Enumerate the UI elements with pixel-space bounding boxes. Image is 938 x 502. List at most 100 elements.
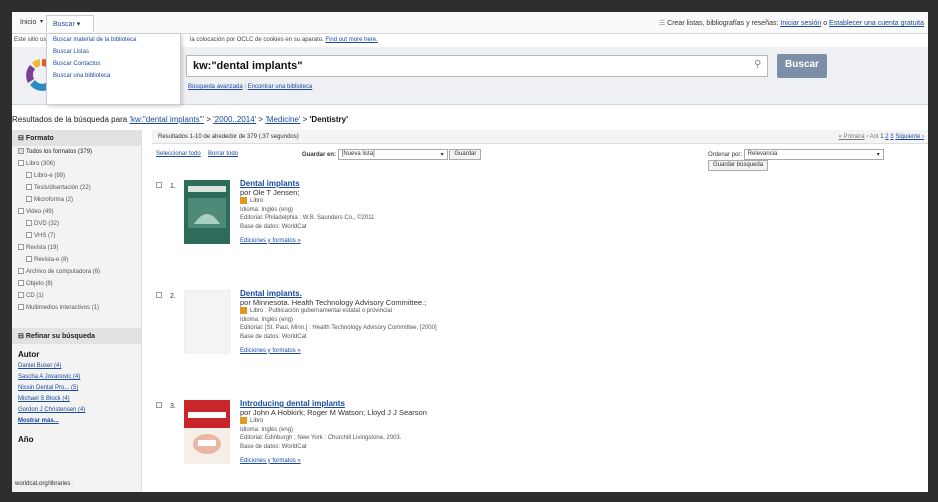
result-checkbox[interactable]	[156, 402, 162, 408]
breadcrumb-years[interactable]: '2000..2014'	[213, 115, 256, 124]
facet-header-refine[interactable]: ⊟ Refinar su búsqueda	[12, 328, 141, 344]
result-item: 1. Dental implants por Ole T Jensen; Lib…	[152, 179, 928, 280]
search-input[interactable]: kw:"dental implants"	[186, 55, 768, 77]
create-account-link[interactable]: Establecer una cuenta gratuita	[829, 20, 924, 27]
facet-checkbox[interactable]	[26, 220, 32, 227]
format-facet-item[interactable]: Todos los formatos (379)	[12, 146, 141, 158]
page-first[interactable]: « Primera	[839, 134, 865, 140]
format-label: Revista (19)	[26, 245, 59, 251]
facet-checkbox[interactable]	[18, 160, 24, 167]
book-cover-image[interactable]	[184, 400, 230, 464]
status-bar-url: worldcat.org/libraries	[12, 480, 74, 488]
find-library-link[interactable]: Encontrar una biblioteca	[248, 84, 313, 90]
facet-checkbox[interactable]	[18, 280, 24, 287]
dropdown-item[interactable]: Buscar una biblioteca	[47, 70, 180, 82]
cookie-more-link[interactable]: Find out more here.	[325, 37, 377, 43]
login-link[interactable]: Iniciar sesión	[780, 20, 821, 27]
show-more-link[interactable]: Mostrar más...	[12, 416, 141, 427]
result-publisher: Editorial: Edinburgh ; New York : Church…	[240, 435, 402, 442]
facet-checkbox[interactable]	[18, 244, 24, 251]
save-search-button[interactable]: Guardar búsqueda	[708, 160, 769, 171]
select-all-link[interactable]: Seleccionar todo	[156, 151, 201, 157]
format-label: Libro-e (99)	[34, 173, 66, 179]
result-format-label: Libro	[250, 418, 264, 425]
result-author: por Minnesota. Health Technology Advisor…	[240, 297, 427, 307]
editions-link-row: Ediciones y formatos »	[240, 457, 660, 466]
format-facet-item[interactable]: Video (49)	[12, 206, 141, 218]
page-2[interactable]: 2	[885, 134, 888, 140]
format-facet-item[interactable]: Multimedios interactivos (1)	[12, 302, 141, 314]
author-facet-item[interactable]: Daniel Buser (4)	[12, 361, 141, 372]
search-icon[interactable]: ⚲	[754, 59, 761, 70]
page-3[interactable]: 3	[890, 134, 893, 140]
author-facet-item[interactable]: Sascha A Jovanovic (4)	[12, 372, 141, 383]
format-list: Todos los formatos (379) Libro (306) Libro…	[12, 146, 141, 314]
nav-buscar-tab[interactable]: Buscar ▾	[46, 15, 94, 32]
format-label: Archivo de computadora (6)	[26, 269, 101, 275]
advanced-search-link[interactable]: Búsqueda avanzada	[188, 84, 243, 90]
chevron-down-icon: ▾	[440, 152, 444, 158]
breadcrumb-medicine[interactable]: 'Medicine'	[265, 115, 300, 124]
clear-all-link[interactable]: Borrar todo	[208, 151, 238, 157]
dropdown-item[interactable]: Buscar material de la biblioteca	[47, 34, 180, 46]
result-database: Base de datos: WorldCat	[240, 444, 307, 451]
dropdown-item[interactable]: Buscar Contactos	[47, 58, 180, 70]
facet-checkbox[interactable]	[18, 292, 24, 299]
result-publisher: Editorial: [St. Paul, Minn.] : Health Te…	[240, 325, 437, 332]
author-facet-item[interactable]: Michael S Block (4)	[12, 394, 141, 405]
page-next[interactable]: Siguiente ›	[895, 134, 924, 140]
format-facet-item[interactable]: DVD (32)	[12, 218, 141, 230]
book-cover-image[interactable]	[184, 180, 230, 244]
facet-sidebar: ⊟ Formato Todos los formatos (379) Libro …	[12, 130, 142, 492]
chevron-down-icon[interactable]: ▾	[40, 18, 43, 25]
search-button[interactable]: Buscar	[777, 54, 827, 78]
format-facet-item[interactable]: Objeto (8)	[12, 278, 141, 290]
nav-inicio[interactable]: Inicio	[20, 19, 36, 26]
result-item: 2. Dental implants. por Minnesota. Healt…	[152, 289, 928, 390]
result-language: Idioma: Inglés (eng)	[240, 206, 294, 213]
facet-checkbox[interactable]	[26, 196, 32, 203]
facet-checkbox[interactable]	[26, 256, 32, 263]
format-facet-item[interactable]: Tesis/disertación (22)	[12, 182, 141, 194]
format-facet-item[interactable]: Libro (306)	[12, 158, 141, 170]
facet-checkbox[interactable]	[18, 148, 24, 155]
result-checkbox[interactable]	[156, 182, 162, 188]
save-button[interactable]: Guardar	[449, 149, 482, 160]
facet-checkbox[interactable]	[18, 268, 24, 275]
result-info: Dental implants por Ole T Jensen; Libro …	[240, 179, 660, 245]
format-facet-item[interactable]: CD (1)	[12, 290, 141, 302]
dropdown-item[interactable]: Buscar Listas	[47, 46, 180, 58]
result-author: por John A Hobkirk; Roger M Watson; Lloy…	[240, 407, 427, 417]
breadcrumb-query[interactable]: 'kw:"dental implants"'	[129, 115, 204, 124]
editions-link[interactable]: Ediciones y formatos »	[240, 238, 301, 244]
facet-checkbox[interactable]	[26, 232, 32, 239]
sort-select[interactable]: Relevancia ▾	[743, 149, 884, 160]
result-format-label: Libro : Publicación gubernamental estata…	[250, 308, 393, 315]
result-language: Idioma: Inglés (eng)	[240, 316, 294, 323]
format-facet-item[interactable]: Revista (19)	[12, 242, 141, 254]
page-prev[interactable]: ‹ Ant	[866, 134, 878, 140]
format-facet-item[interactable]: Libro-e (99)	[12, 170, 141, 182]
result-info: Dental implants. por Minnesota. Health T…	[240, 289, 660, 355]
format-label: CD (1)	[26, 293, 44, 299]
format-facet-item[interactable]: Revista-e (8)	[12, 254, 141, 266]
format-facet-item[interactable]: Archivo de computadora (6)	[12, 266, 141, 278]
top-nav: Inicio ▾ Buscar ▾ ☰ Crear listas, biblio…	[12, 12, 928, 34]
facet-checkbox[interactable]	[18, 304, 24, 311]
facet-header-formato[interactable]: ⊟ Formato	[12, 130, 141, 146]
format-facet-item[interactable]: VHS (7)	[12, 230, 141, 242]
list-select[interactable]: [Nueva lista] ▾	[337, 149, 448, 160]
author-facet-item[interactable]: Nissin Dental Pro... (5)	[12, 383, 141, 394]
facet-checkbox[interactable]	[26, 172, 32, 179]
facet-header-label: Formato	[25, 135, 54, 142]
result-checkbox[interactable]	[156, 292, 162, 298]
facet-checkbox[interactable]	[26, 184, 32, 191]
author-facet-item[interactable]: Gordon J Christensen (4)	[12, 405, 141, 416]
buscar-dropdown: Buscar material de la biblioteca Buscar …	[46, 33, 181, 105]
result-title[interactable]: Dental implants	[240, 179, 660, 189]
editions-link[interactable]: Ediciones y formatos »	[240, 458, 301, 464]
facet-checkbox[interactable]	[18, 208, 24, 215]
pagination: « Primera ‹ Ant 1 2 3 Siguiente ›	[839, 134, 924, 140]
editions-link[interactable]: Ediciones y formatos »	[240, 348, 301, 354]
format-facet-item[interactable]: Microforma (2)	[12, 194, 141, 206]
